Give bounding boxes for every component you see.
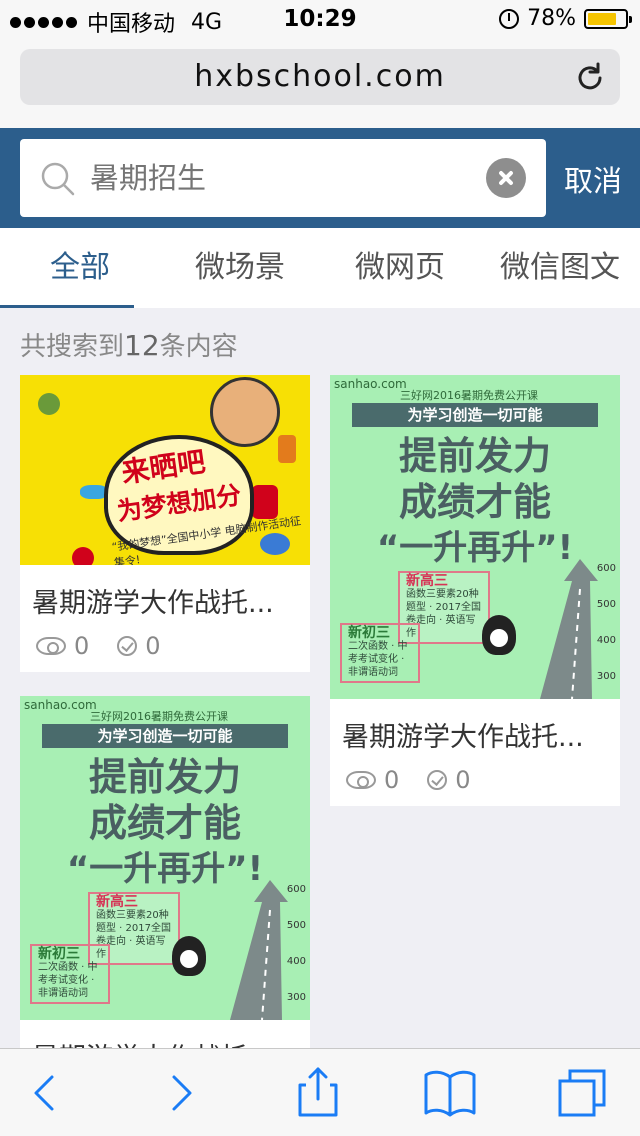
cartoon-boy-illustration xyxy=(210,377,280,447)
robot-decoration xyxy=(38,393,60,415)
tab-bar: 全部 微场景 微网页 微信图文 xyxy=(0,228,640,308)
like-count: 0 xyxy=(145,632,161,660)
browser-address-area: hxbschool.com xyxy=(0,40,640,128)
clear-icon[interactable] xyxy=(486,158,526,198)
search-icon xyxy=(41,162,75,196)
scale-500: 500 xyxy=(286,920,306,931)
tab-all[interactable]: 全部 xyxy=(0,228,160,308)
poster-headline-2: 成绩才能 xyxy=(88,801,241,845)
bird-mascot-illustration xyxy=(482,615,516,655)
poster-headline-1: 提前发力 xyxy=(88,755,241,799)
result-card[interactable]: 来晒吧 为梦想加分 “我的梦想”全国中小学 电脑制作活动征集令! 暑期游学大作战… xyxy=(20,375,310,672)
card-thumbnail[interactable]: sanhao.com 三好网2016暑期免费公开课 为学习创造一切可能 提前发力… xyxy=(330,375,620,699)
result-count-suffix: 条内容 xyxy=(159,332,238,362)
card-thumbnail[interactable]: 来晒吧 为梦想加分 “我的梦想”全国中小学 电脑制作活动征集令! xyxy=(20,375,310,565)
phone-decoration xyxy=(252,485,278,519)
forward-icon[interactable] xyxy=(152,1067,212,1119)
card-stats: 0 0 xyxy=(330,754,620,806)
url-text[interactable]: hxbschool.com xyxy=(20,59,620,94)
share-icon[interactable] xyxy=(288,1067,348,1119)
grade-mid-label: 新初三 xyxy=(38,946,80,962)
grade-mid-label: 新初三 xyxy=(348,625,390,641)
bookmarks-icon[interactable] xyxy=(420,1067,480,1119)
tab-micro-scene[interactable]: 微场景 xyxy=(160,228,320,308)
search-box[interactable] xyxy=(20,139,546,217)
poster-scale: 600 500 400 300 xyxy=(282,872,306,1016)
poster-brand: sanhao.com xyxy=(334,377,407,391)
card-title[interactable]: 暑期游学大作战托... xyxy=(330,699,620,754)
scale-300: 300 xyxy=(596,671,616,682)
battery-icon xyxy=(584,8,632,29)
grade-high-label: 新高三 xyxy=(96,894,138,910)
browser-toolbar xyxy=(0,1048,640,1136)
grade-high-label: 新高三 xyxy=(406,573,448,589)
check-icon xyxy=(427,770,448,790)
poster-ribbon: 为学习创造一切可能 xyxy=(42,724,288,748)
umbrella-decoration xyxy=(72,547,94,565)
like-count: 0 xyxy=(455,766,471,794)
alarm-icon xyxy=(499,8,520,29)
result-card[interactable]: sanhao.com 三好网2016暑期免费公开课 为学习创造一切可能 提前发力… xyxy=(330,375,620,806)
card-stats: 0 0 xyxy=(20,620,310,672)
scale-600: 600 xyxy=(286,884,306,895)
grade-mid-box: 新初三 二次函数 · 中考考试变化 · 非谓语动词 xyxy=(340,623,420,683)
result-count: 共搜索到12条内容 xyxy=(20,326,238,363)
result-card[interactable]: sanhao.com 三好网2016暑期免费公开课 为学习创造一切可能 提前发力… xyxy=(20,696,310,1075)
tabs-icon[interactable] xyxy=(552,1067,612,1119)
status-right: 78% xyxy=(499,6,632,31)
cancel-button[interactable]: 取消 xyxy=(564,158,622,200)
grade-mid-items: 二次函数 · 中考考试变化 · 非谓语动词 xyxy=(38,962,98,999)
result-count-prefix: 共搜索到 xyxy=(20,332,125,362)
poster-brand: sanhao.com xyxy=(24,698,97,712)
check-icon xyxy=(117,636,138,656)
eye-icon xyxy=(346,771,376,789)
rocket-decoration xyxy=(278,435,296,463)
tab-micro-webpage[interactable]: 微网页 xyxy=(320,228,480,308)
scale-300: 300 xyxy=(286,992,306,1003)
view-count: 0 xyxy=(384,766,400,794)
poster-headline-1: 提前发力 xyxy=(398,434,551,478)
battery-fill xyxy=(588,12,617,25)
card-thumbnail[interactable]: sanhao.com 三好网2016暑期免费公开课 为学习创造一切可能 提前发力… xyxy=(20,696,310,1020)
search-header: 取消 xyxy=(0,128,640,228)
scale-400: 400 xyxy=(286,956,306,967)
reload-icon[interactable] xyxy=(574,61,606,93)
poster-ribbon: 为学习创造一切可能 xyxy=(352,403,598,427)
poster-headline-2: 成绩才能 xyxy=(398,480,551,524)
result-count-number: 12 xyxy=(124,329,160,362)
back-icon[interactable] xyxy=(14,1067,74,1119)
poster-scale: 600 500 400 300 xyxy=(592,551,616,695)
view-count: 0 xyxy=(74,632,90,660)
scale-500: 500 xyxy=(596,599,616,610)
scale-400: 400 xyxy=(596,635,616,646)
scale-600: 600 xyxy=(596,563,616,574)
tab-wechat-article[interactable]: 微信图文 xyxy=(480,228,640,308)
battery-percent: 78% xyxy=(527,6,576,31)
poster-banner: 三好网2016暑期免费公开课 xyxy=(90,710,228,723)
card-title[interactable]: 暑期游学大作战托... xyxy=(20,565,310,620)
poster-banner: 三好网2016暑期免费公开课 xyxy=(400,389,538,402)
search-input[interactable] xyxy=(90,153,470,203)
status-bar: 中国移动 4G 10:29 78% xyxy=(0,0,640,40)
eye-icon xyxy=(36,637,66,655)
grade-mid-box: 新初三 二次函数 · 中考考试变化 · 非谓语动词 xyxy=(30,944,110,1004)
grade-mid-items: 二次函数 · 中考考试变化 · 非谓语动词 xyxy=(348,641,408,678)
bird-mascot-illustration xyxy=(172,936,206,976)
address-bar[interactable]: hxbschool.com xyxy=(20,49,620,105)
